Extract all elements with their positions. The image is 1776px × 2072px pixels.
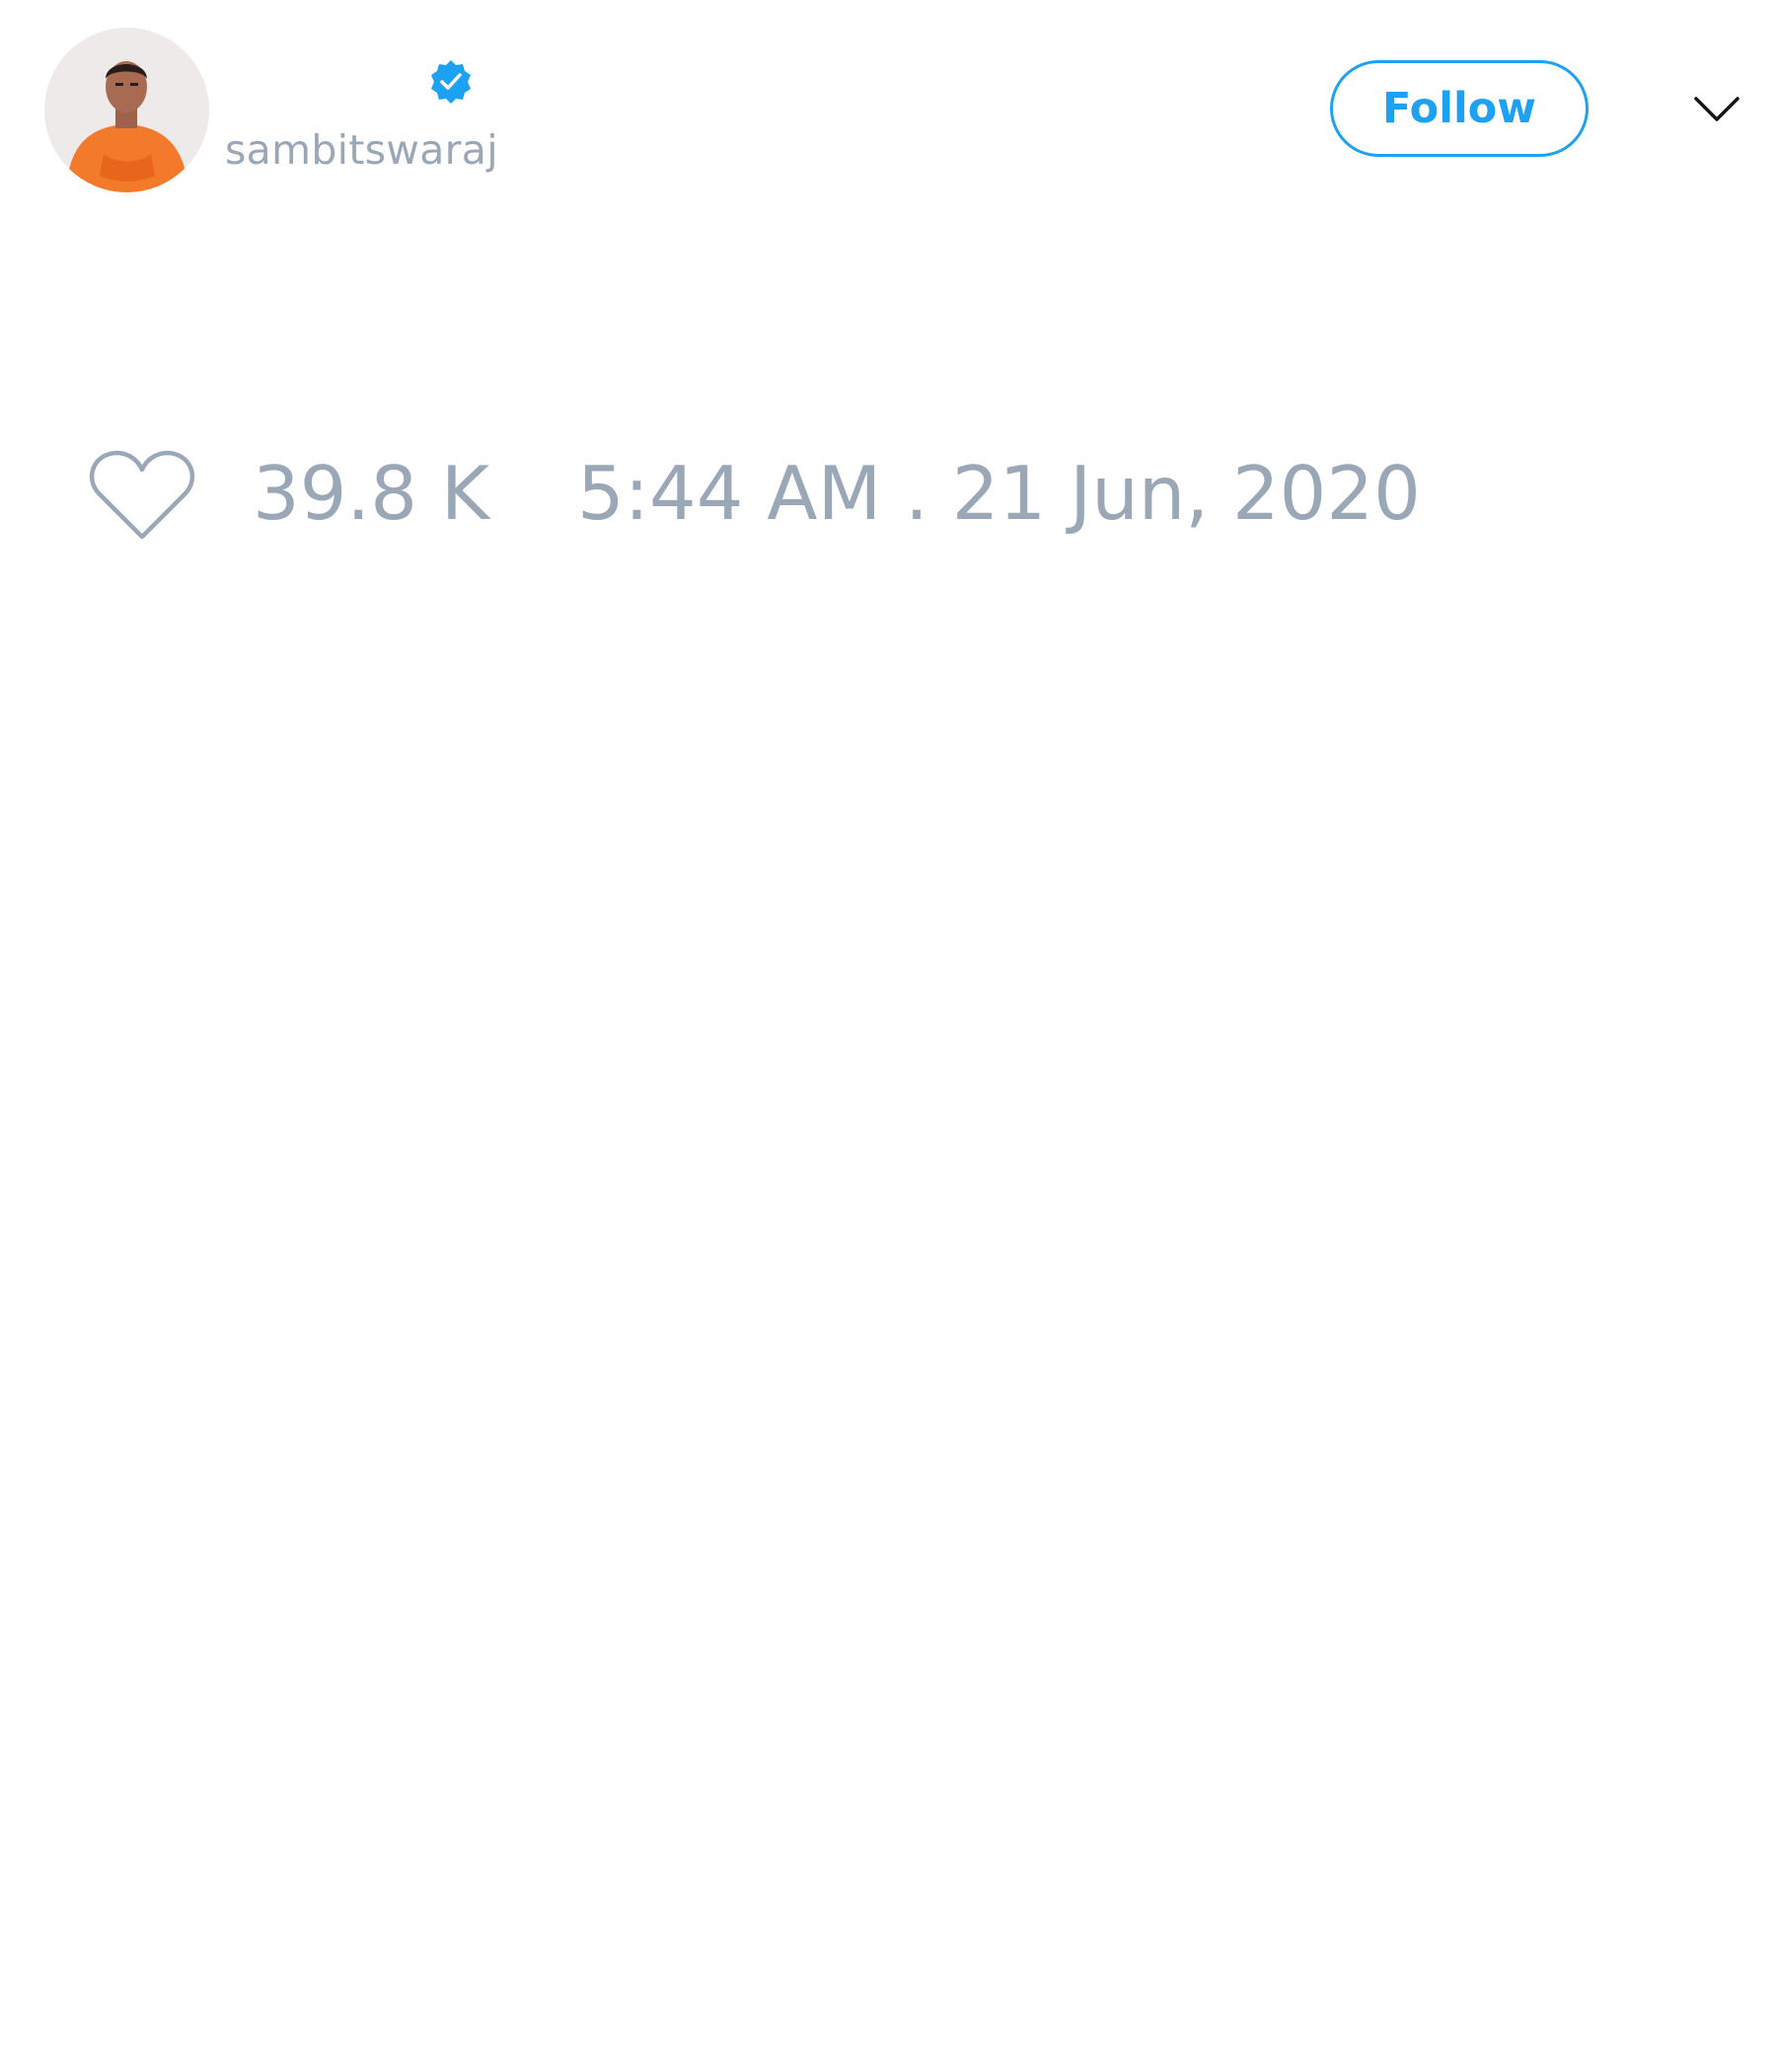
chevron-down-icon[interactable] xyxy=(1693,95,1740,124)
tweet-card: sambitswaraj Follow 39.8 K 5:44 AM . 21 … xyxy=(0,0,1776,2072)
person-avatar-icon xyxy=(44,28,209,192)
like-count: 39.8 K xyxy=(253,450,490,537)
tweet-timestamp[interactable]: 5:44 AM . 21 Jun, 2020 xyxy=(577,454,1421,533)
verified-badge-icon xyxy=(431,60,471,104)
follow-button[interactable]: Follow xyxy=(1330,60,1589,157)
heart-outline-icon[interactable] xyxy=(89,448,195,543)
tweet-stats: 39.8 K 5:44 AM . 21 Jun, 2020 xyxy=(0,444,1776,553)
avatar[interactable] xyxy=(44,28,209,192)
user-handle[interactable]: sambitswaraj xyxy=(225,126,498,174)
